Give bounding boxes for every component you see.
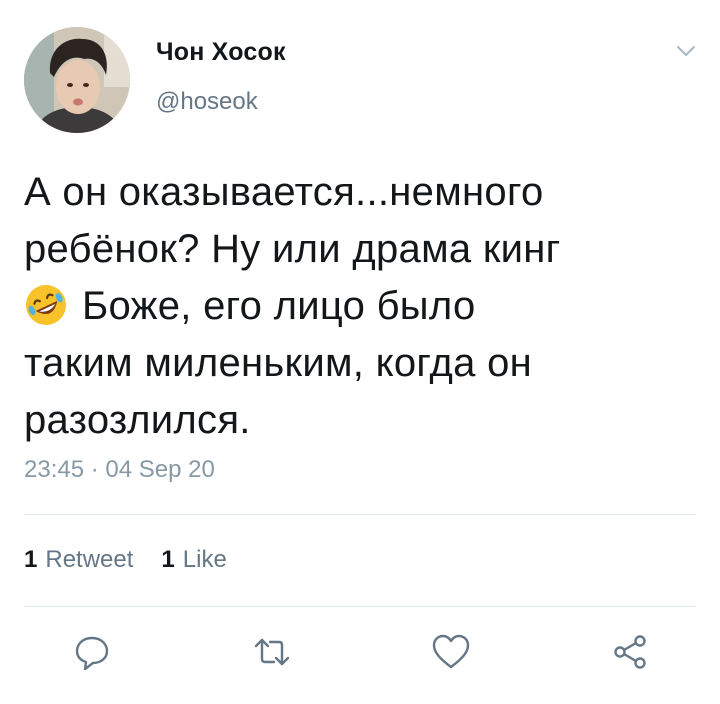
avatar-image — [24, 27, 130, 133]
retweets-stat[interactable]: 1 Retweet — [24, 546, 133, 574]
tweet-stats: 1 Retweet 1 Like — [24, 546, 227, 574]
retweet-icon[interactable] — [248, 628, 296, 676]
retweets-label: Retweet — [45, 546, 134, 573]
likes-count: 1 — [161, 546, 175, 573]
likes-label: Like — [182, 546, 227, 573]
reply-icon[interactable] — [68, 628, 116, 676]
tweet-text-line: А он оказывается...немного — [24, 170, 544, 214]
author-handle[interactable]: @hoseok — [156, 88, 258, 116]
tweet-text-line: Боже, его лицо было — [82, 284, 476, 328]
divider — [24, 606, 696, 607]
tweet-timestamp[interactable]: 23:45 · 04 Sep 20 — [24, 456, 215, 484]
divider — [24, 514, 696, 515]
tweet-actions — [0, 628, 720, 684]
share-icon[interactable] — [606, 628, 654, 676]
rolling-on-floor-laughing-emoji-icon — [24, 283, 68, 327]
tweet-text: А он оказывается...немного ребёнок? Ну и… — [24, 164, 704, 449]
chevron-down-icon[interactable] — [672, 40, 700, 62]
tweet-text-line: разозлился. — [24, 398, 251, 442]
author-display-name[interactable]: Чон Хосок — [156, 38, 286, 67]
retweets-count: 1 — [24, 546, 38, 573]
tweet-text-line: таким миленьким, когда он — [24, 341, 533, 385]
tweet-text-line: ребёнок? Ну или драма кинг — [24, 227, 561, 271]
tweet-text-line-with-emoji: Боже, его лицо было — [24, 278, 704, 335]
avatar[interactable] — [24, 27, 130, 133]
likes-stat[interactable]: 1 Like — [161, 546, 226, 574]
tweet-card: Чон Хосок @hoseok А он оказывается...нем… — [0, 0, 720, 704]
like-icon[interactable] — [427, 628, 475, 676]
